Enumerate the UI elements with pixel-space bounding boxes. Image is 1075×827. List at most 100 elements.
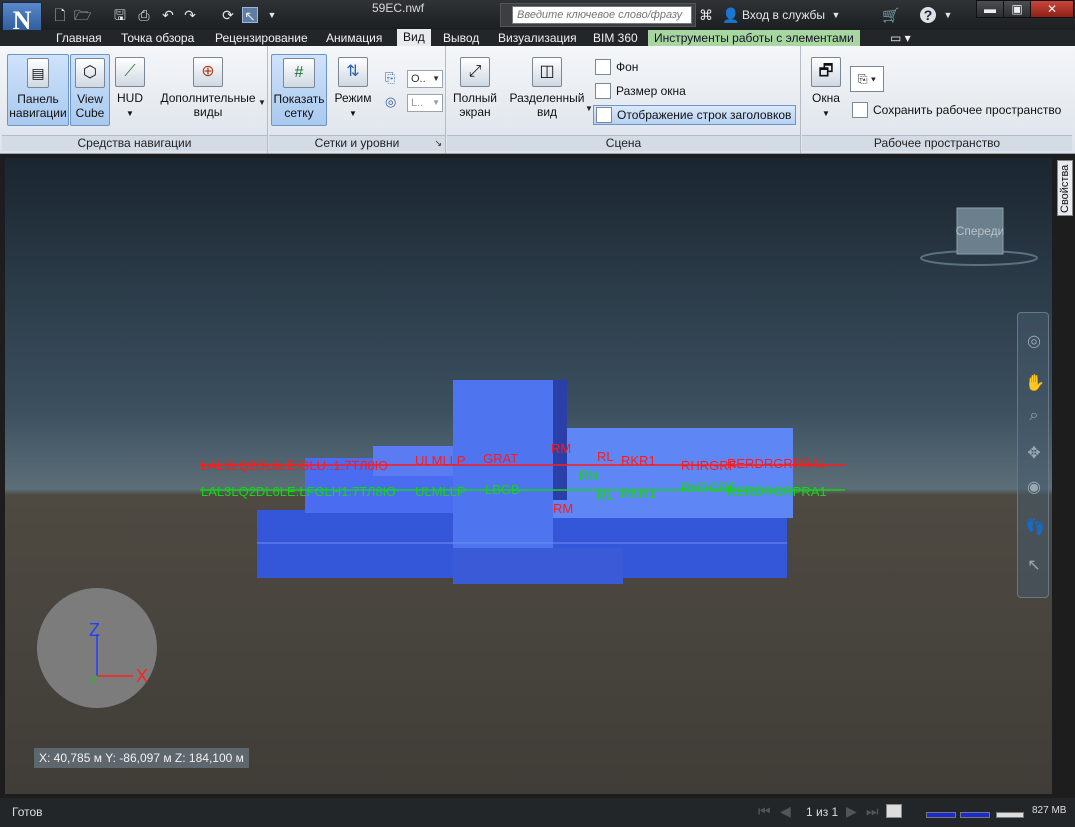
viewcube-front-label[interactable]: Спереди bbox=[956, 224, 1005, 238]
grid-label-green: RKR1 bbox=[621, 486, 656, 501]
scene-canvas: LAL3LQ2DL6LE.GLU..1.7ТЛ8Ю ULMLLP GRAT RM… bbox=[37, 207, 1038, 708]
grid-label-red: RM bbox=[551, 441, 571, 456]
background-button[interactable]: Фон bbox=[595, 57, 638, 77]
tab-output[interactable]: Вывод bbox=[437, 30, 485, 46]
save-workspace-icon bbox=[852, 102, 868, 118]
extra-views-dropdown-icon[interactable]: ▼ bbox=[258, 98, 266, 107]
refresh-icon[interactable]: ⟳ bbox=[220, 7, 236, 23]
qa-dropdown-icon[interactable]: ▼ bbox=[264, 7, 280, 23]
viewcube-button[interactable]: ⬡ View Cube bbox=[70, 54, 110, 126]
tab-home[interactable]: Главная bbox=[50, 30, 108, 46]
windows-label: Окна bbox=[812, 91, 840, 105]
tab-visualization[interactable]: Визуализация bbox=[492, 30, 583, 46]
window-size-label: Размер окна bbox=[616, 84, 686, 98]
windows-button[interactable]: 🗗 Окна ▼ bbox=[806, 57, 846, 127]
panel-scene: ⤢ Полный экран ◫ Разделенный вид ▼ Фон Р… bbox=[447, 46, 801, 153]
split-view-label: Разделенный вид bbox=[509, 91, 585, 119]
level-icon: ◎ bbox=[385, 94, 397, 109]
new-file-icon[interactable]: 🗋 bbox=[52, 7, 68, 23]
print-icon[interactable]: ⎙ bbox=[136, 7, 152, 23]
split-view-dropdown-icon[interactable]: ▼ bbox=[585, 104, 593, 113]
x-axis-label: X bbox=[136, 666, 148, 686]
window-size-button[interactable]: Размер окна bbox=[595, 81, 686, 101]
first-page-icon[interactable]: ⏮ bbox=[758, 803, 771, 820]
properties-side-tab[interactable]: Свойства bbox=[1057, 160, 1073, 216]
tab-viewpoint[interactable]: Точка обзора bbox=[115, 30, 200, 46]
background-label: Фон bbox=[616, 60, 639, 74]
tab-item-tools[interactable]: Инструменты работы с элементами bbox=[648, 30, 860, 46]
panel-launcher-icon[interactable]: ↘ bbox=[434, 136, 442, 151]
z-axis-label: Z bbox=[89, 620, 100, 640]
maximize-button[interactable]: ▣ bbox=[1003, 0, 1031, 18]
help-dropdown-icon[interactable]: ▼ bbox=[940, 7, 956, 23]
redo-icon[interactable]: ↷ bbox=[182, 7, 198, 23]
3d-viewport[interactable]: LAL3LQ2DL6LE.GLU..1.7ТЛ8Ю ULMLLP GRAT RM… bbox=[5, 158, 1052, 794]
split-view-button[interactable]: ◫ Разделенный вид bbox=[507, 57, 587, 127]
nav-bar-button[interactable]: ▤ Панель навигации bbox=[7, 54, 69, 126]
grid-combo-2[interactable]: L.. ▼ bbox=[407, 94, 443, 112]
grid-mode-icon: ⇅ bbox=[338, 57, 368, 87]
grid-mode-label: Режим bbox=[334, 91, 372, 105]
prev-page-icon[interactable]: ◀ bbox=[780, 803, 791, 820]
pencil-progress-icon bbox=[926, 802, 956, 820]
select-pointer-icon[interactable]: ↖ bbox=[1025, 557, 1043, 575]
minimize-button[interactable]: ▬ bbox=[976, 0, 1004, 18]
title-bar: N 🗋 🗁 🖫 ⎙ ↶ ↷ ⟳ ↖ ▼ 59EC.nwf ⌘ 👤 Вход в … bbox=[0, 0, 1075, 40]
grid-label-green: RN bbox=[579, 468, 598, 483]
grid-label-green: ULMLLP bbox=[415, 484, 466, 499]
signin-label[interactable]: Вход в службы bbox=[742, 8, 825, 22]
disk-progress-bar bbox=[960, 812, 990, 818]
help-icon[interactable]: ? bbox=[920, 7, 936, 23]
pan-hand-icon[interactable]: ✋ bbox=[1025, 375, 1045, 393]
properties-tab-label: Свойства bbox=[1059, 164, 1071, 213]
grid-label-green: RL bbox=[597, 488, 614, 503]
hud-label: HUD bbox=[117, 91, 143, 105]
hud-button[interactable]: ⟋ HUD ▼ bbox=[112, 57, 148, 127]
walk-icon[interactable]: 👣 bbox=[1025, 519, 1045, 537]
tab-bim360[interactable]: BIM 360 bbox=[587, 30, 644, 46]
page-indicator: 1 из 1 bbox=[806, 805, 839, 819]
next-page-icon[interactable]: ▶ bbox=[846, 803, 857, 820]
tab-animation[interactable]: Анимация bbox=[320, 30, 388, 46]
fullscreen-button[interactable]: ⤢ Полный экран bbox=[449, 57, 501, 127]
building-entrance bbox=[453, 548, 623, 584]
cart-icon[interactable]: 🛒 bbox=[882, 7, 899, 23]
pencil-progress-bar bbox=[926, 812, 956, 818]
grid-label-red: RL bbox=[597, 449, 614, 464]
close-button[interactable]: ✕ bbox=[1030, 0, 1074, 18]
save-workspace-button[interactable]: Сохранить рабочее пространство bbox=[852, 100, 1061, 120]
search-input[interactable] bbox=[512, 6, 692, 24]
select-cursor-icon[interactable]: ↖ bbox=[242, 7, 258, 24]
grid-label-green: LBGB bbox=[485, 482, 520, 497]
show-grid-button[interactable]: # Показать сетку bbox=[271, 54, 327, 126]
undo-icon[interactable]: ↶ bbox=[160, 7, 176, 23]
signin-dropdown-icon[interactable]: ▼ bbox=[828, 7, 844, 23]
open-folder-icon[interactable]: 🗁 bbox=[74, 7, 91, 23]
extra-views-button[interactable]: ⊕ Дополнительные виды bbox=[158, 57, 258, 127]
look-around-icon[interactable]: ◉ bbox=[1025, 479, 1043, 497]
steering-wheel-icon[interactable]: ◎ bbox=[1025, 333, 1043, 351]
binoculars-icon[interactable]: ⌘ bbox=[698, 7, 714, 23]
header-rows-button[interactable]: Отображение строк заголовков bbox=[593, 105, 797, 125]
load-workspace-button[interactable]: ⎘ ▾ bbox=[850, 66, 884, 92]
fullscreen-label: Полный экран bbox=[453, 91, 497, 119]
ribbon-options-icon[interactable]: ▭ ▾ bbox=[884, 30, 917, 46]
show-grid-label: Показать сетку bbox=[273, 92, 325, 120]
map-icon: ⊕ bbox=[193, 57, 223, 87]
tab-view[interactable]: Вид bbox=[397, 29, 431, 47]
grid-label-red: GRAT bbox=[483, 451, 518, 466]
header-rows-label: Отображение строк заголовков bbox=[617, 108, 792, 122]
orbit-icon[interactable]: ✥ bbox=[1025, 445, 1043, 463]
zoom-window-icon[interactable]: ⌕ bbox=[1025, 407, 1043, 425]
web-server-icon bbox=[996, 802, 1024, 820]
tab-review[interactable]: Рецензирование bbox=[209, 30, 314, 46]
save-icon[interactable]: 🖫 bbox=[112, 7, 128, 23]
user-icon[interactable]: 👤 bbox=[722, 7, 739, 23]
grid-mode-button[interactable]: ⇅ Режим ▼ bbox=[331, 57, 375, 127]
last-page-icon[interactable]: ⏭ bbox=[866, 803, 879, 820]
panel-grids-levels: # Показать сетку ⇅ Режим ▼ ⎘ О.. ▼ ◎ L.. ▼ … bbox=[269, 46, 446, 153]
header-rows-icon bbox=[596, 107, 612, 123]
grid-combo-1[interactable]: О.. ▼ bbox=[407, 70, 443, 88]
sheet-browser-icon[interactable] bbox=[886, 804, 902, 818]
split-view-icon: ◫ bbox=[532, 57, 562, 87]
